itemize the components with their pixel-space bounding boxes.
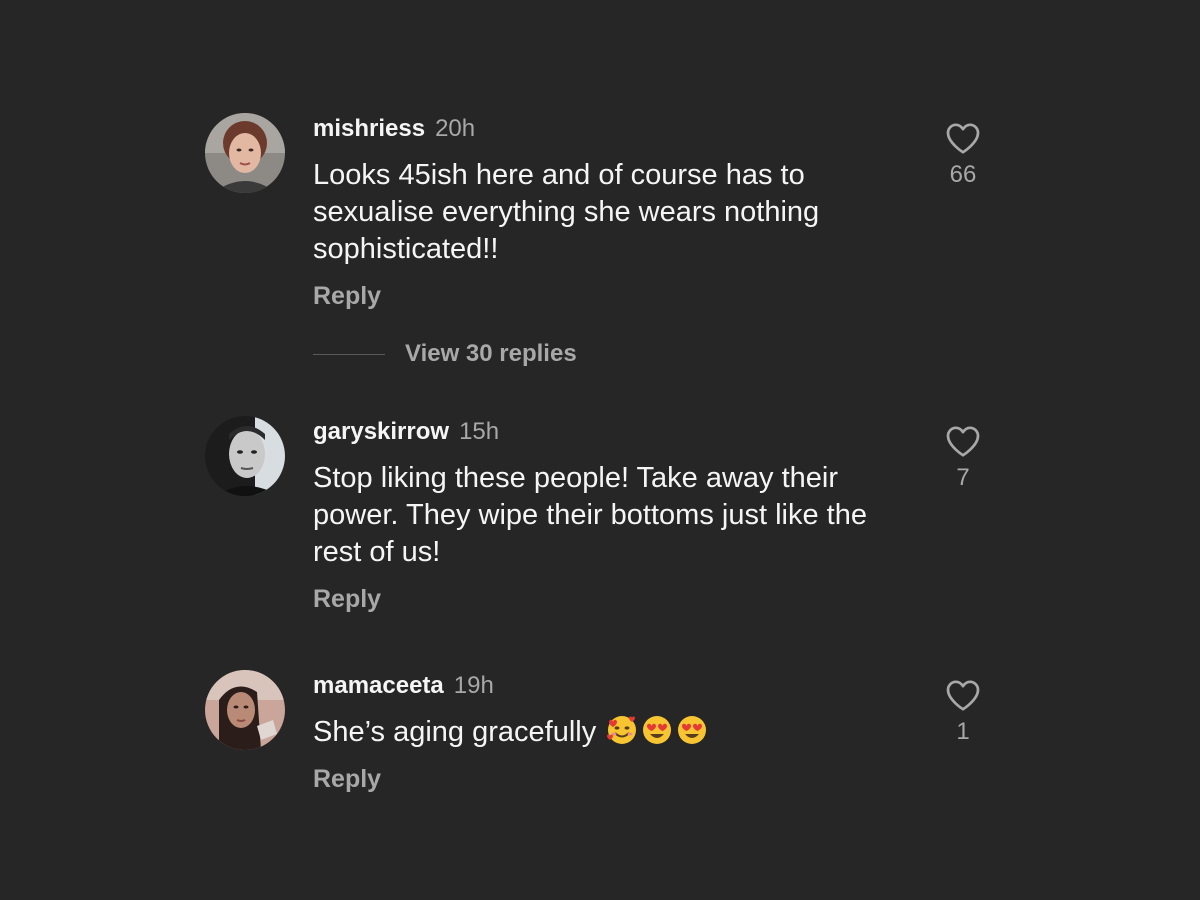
like-section: 66 — [940, 121, 986, 189]
heart-icon[interactable] — [945, 121, 981, 155]
comment-meta: garyskirrow 15h — [313, 416, 913, 448]
reply-button[interactable]: Reply — [313, 763, 913, 795]
comment-text-content: She’s aging gracefully — [313, 716, 597, 748]
username[interactable]: garyskirrow — [313, 418, 449, 445]
like-section: 7 — [940, 424, 986, 492]
smiling-face-with-hearts-icon — [607, 716, 637, 744]
heart-icon[interactable] — [945, 424, 981, 458]
comment-body: mamaceeta 19h She’s aging gracefully Rep… — [313, 670, 913, 795]
like-count: 1 — [956, 718, 970, 745]
timestamp: 19h — [453, 672, 494, 699]
heart-eyes-icon — [643, 716, 672, 744]
timestamp: 20h — [435, 115, 476, 142]
comment-meta: mamaceeta 19h — [313, 670, 913, 702]
divider-line — [313, 353, 385, 355]
avatar[interactable] — [205, 670, 285, 750]
username[interactable]: mishriess — [313, 115, 425, 142]
avatar[interactable] — [205, 416, 285, 496]
view-replies-label: View 30 replies — [405, 340, 577, 367]
like-count: 66 — [949, 161, 977, 188]
like-section: 1 — [940, 678, 986, 746]
reply-button[interactable]: Reply — [313, 280, 913, 312]
heart-icon[interactable] — [945, 678, 981, 712]
comment-text: Stop liking these people! Take away thei… — [313, 462, 867, 568]
view-replies-button[interactable]: View 30 replies — [313, 338, 577, 370]
like-count: 7 — [956, 464, 970, 491]
timestamp: 15h — [459, 418, 500, 445]
username[interactable]: mamaceeta — [313, 672, 444, 699]
comment-text: Looks 45ish here and of course has to se… — [313, 159, 820, 265]
avatar[interactable] — [205, 113, 285, 193]
heart-eyes-icon — [678, 716, 707, 744]
comment-meta: mishriess 20h — [313, 113, 913, 145]
reply-button[interactable]: Reply — [313, 583, 913, 615]
comment-text: She’s aging gracefully — [313, 714, 913, 751]
comment-body: garyskirrow 15h Stop liking these people!… — [313, 416, 913, 615]
comment-body: mishriess 20h Looks 45ish here and of cou… — [313, 113, 913, 312]
comments-panel: mishriess 20h Looks 45ish here and of cou… — [0, 0, 1200, 900]
